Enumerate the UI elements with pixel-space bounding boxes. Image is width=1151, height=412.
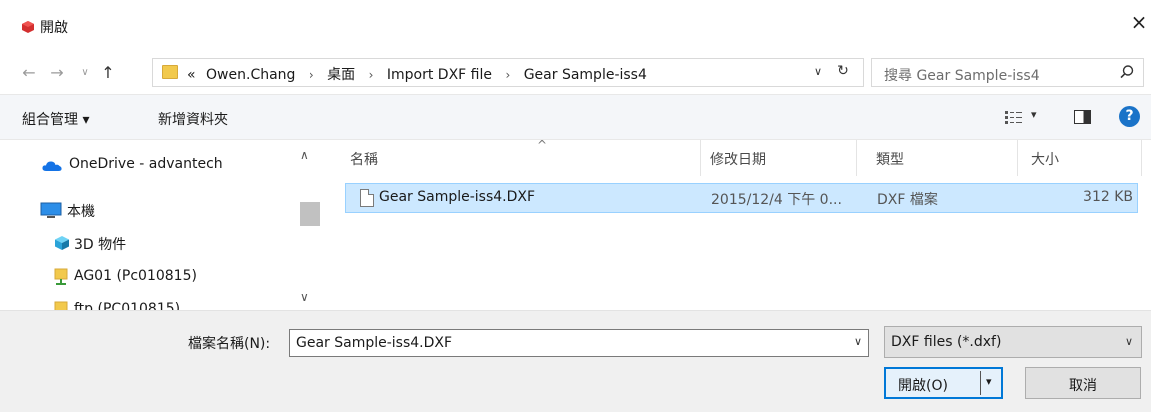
filename-value: Gear Sample-iss4.DXF [296, 335, 453, 351]
column-header-label: 修改日期 [710, 152, 766, 168]
change-view-icon[interactable] [1005, 110, 1023, 124]
navigation-pane: OneDrive - advantech 本機 3D 物件 AG01 (Pc01… [0, 140, 322, 310]
command-bar: 組合管理 ▾ 新增資料夾 ▾ ? [0, 94, 1151, 140]
organize-button[interactable]: 組合管理 ▾ [22, 109, 89, 129]
open-options-dropdown[interactable]: ▾ [986, 375, 992, 388]
breadcrumb-item-gear-sample[interactable]: Gear Sample-iss4 [524, 67, 647, 83]
file-modified: 2015/12/4 下午 0... [711, 192, 842, 208]
sidebar-item-label: OneDrive - advantech [69, 156, 223, 172]
cancel-button-label: 取消 [1069, 378, 1097, 394]
red-gem-icon [22, 21, 34, 33]
dialog-footer: 檔案名稱(N): Gear Sample-iss4.DXF ∨ DXF file… [0, 310, 1151, 412]
sidebar-item-label: AG01 (Pc010815) [74, 268, 197, 284]
nav-scroll-up-button[interactable]: ∧ [300, 148, 309, 162]
file-type-value: DXF files (*.dxf) [891, 334, 1002, 350]
close-button[interactable]: × [1127, 10, 1151, 34]
filename-dropdown-button[interactable]: ∨ [854, 335, 862, 348]
address-bar[interactable]: « Owen.Chang › 桌面 › Import DXF file › Ge… [152, 58, 864, 87]
recent-locations-button[interactable]: ∨ [74, 62, 96, 84]
column-header-label: 大小 [1031, 152, 1059, 168]
forward-button[interactable]: → [46, 62, 68, 84]
breadcrumb: « Owen.Chang › 桌面 › Import DXF file › Ge… [187, 64, 647, 84]
column-header-label: 名稱 [350, 152, 378, 168]
window-title: 開啟 [40, 20, 68, 36]
refresh-button[interactable]: ↻ [834, 62, 852, 80]
column-header-modified[interactable]: 修改日期 [702, 140, 857, 176]
file-name: Gear Sample-iss4.DXF [379, 189, 536, 205]
nav-scroll-down-button[interactable]: ∨ [300, 290, 309, 304]
column-header-size[interactable]: 大小 [1019, 140, 1142, 176]
network-drive-icon [54, 268, 68, 285]
computer-icon [40, 202, 62, 218]
folder-icon [162, 65, 178, 79]
breadcrumb-separator[interactable]: › [369, 68, 374, 82]
file-type-select[interactable]: DXF files (*.dxf) ∨ [884, 326, 1142, 358]
sidebar-item-label: ftp (PC010815) [74, 301, 181, 310]
split-divider [980, 371, 981, 395]
chevron-down-icon: ∨ [1124, 335, 1133, 348]
sidebar-item-label: 3D 物件 [74, 237, 127, 253]
column-header-label: 類型 [876, 152, 904, 168]
back-button[interactable]: ← [18, 62, 40, 84]
title-bar: 開啟 × [0, 0, 1151, 52]
network-drive-icon [54, 301, 68, 310]
breadcrumb-item-import-dxf[interactable]: Import DXF file [387, 67, 492, 83]
breadcrumb-separator[interactable]: › [505, 68, 510, 82]
search-icon [1120, 65, 1134, 79]
breadcrumb-item-desktop[interactable]: 桌面 [327, 64, 355, 84]
file-row[interactable]: Gear Sample-iss4.DXF 2015/12/4 下午 0... D… [345, 183, 1138, 213]
breadcrumb-item-owen-chang[interactable]: Owen.Chang [206, 67, 295, 83]
filename-input[interactable]: Gear Sample-iss4.DXF ∨ [289, 329, 869, 357]
column-header-type[interactable]: 類型 [858, 140, 1018, 176]
new-folder-button[interactable]: 新增資料夾 [158, 109, 228, 129]
filename-label: 檔案名稱(N): [188, 336, 271, 352]
file-size: 312 KB [1083, 189, 1133, 205]
open-button-label: 開啟(O) [898, 378, 948, 394]
preview-pane-icon[interactable] [1074, 110, 1091, 124]
document-icon [360, 189, 374, 207]
cloud-icon [42, 161, 62, 171]
column-header-name[interactable]: 名稱 [330, 140, 701, 176]
file-type: DXF 檔案 [877, 192, 938, 208]
open-button[interactable]: 開啟(O) ▾ [884, 367, 1003, 399]
view-options-dropdown[interactable]: ▾ [1031, 108, 1037, 121]
address-dropdown-button[interactable]: ∨ [809, 63, 827, 81]
file-list: ^ 名稱 修改日期 類型 大小 Gear Sample-iss4.DXF 201… [330, 138, 1151, 310]
navigation-row: ← → ∨ ↑ « Owen.Chang › 桌面 › Import DXF f… [0, 52, 1151, 94]
nav-scrollbar-thumb[interactable] [300, 202, 320, 226]
breadcrumb-separator[interactable]: › [309, 68, 314, 82]
up-one-level-button[interactable]: ↑ [97, 62, 119, 84]
cancel-button[interactable]: 取消 [1025, 367, 1141, 399]
sidebar-item-label: 本機 [67, 204, 95, 220]
search-input[interactable]: 搜尋 Gear Sample-iss4 [871, 58, 1144, 87]
search-placeholder: 搜尋 Gear Sample-iss4 [884, 68, 1040, 84]
breadcrumb-overflow[interactable]: « [187, 67, 196, 83]
help-icon[interactable]: ? [1119, 106, 1140, 127]
cube-icon [55, 236, 69, 250]
